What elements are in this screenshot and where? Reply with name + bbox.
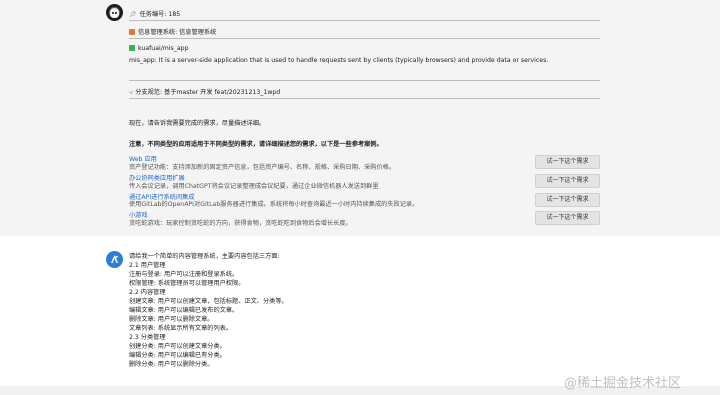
reply-line: 删除文章: 用户可以删除文章。 [129,316,214,323]
reply-line: 编辑分类: 用户可以编辑已有分类。 [129,352,226,359]
user-avatar-icon [111,255,119,263]
repo-icon [129,45,135,51]
branch-icon: ⑂ [129,89,134,97]
repo-row: kuafuai/mis_app [129,45,189,52]
example-desc: 传入会议记录，调用ChatGPT将会议记录整理成会议纪要，通过企业微信机器人发送… [129,183,379,190]
reply-line: 注册与登录: 用户可以注册和登录系统。 [129,271,239,278]
assistant-avatar [106,4,123,21]
reply-line: 创建分类: 用户可以创建文章分类。 [129,343,226,350]
system-name: 信息管理系统: 信息管理系统 [138,29,217,36]
branch-spec: 分支规范: 基于master 开发 feat/20231213_1wpd [135,89,281,96]
try-example-button[interactable]: 试一下这个需求 [535,174,600,188]
try-example-button[interactable]: 试一下这个需求 [535,211,600,225]
repo-description: mis_app: It is a server-side application… [129,57,549,64]
branch-row: ⑂ 分支规范: 基于master 开发 feat/20231213_1wpd [129,87,281,97]
reply-line: 删除分类: 用户可以删除分类。 [129,361,214,368]
divider [129,98,600,99]
pin-icon: 📌︎ [129,11,137,18]
reply-line: 文章列表: 系统显示所有文章的列表。 [129,325,233,332]
system-name-row: 信息管理系统: 信息管理系统 [129,27,216,36]
try-example-button[interactable]: 试一下这个需求 [535,155,600,169]
repo-name: kuafuai/mis_app [138,45,189,52]
prompt-ask: 现在，请告诉我需要完成的需求，尽量描述详细。 [129,120,266,127]
divider [129,38,600,39]
example-desc: 使用GitLab的OpenAPI对GitLab服务器进行集成。系统将每小时查询最… [129,201,419,208]
divider [129,20,600,21]
example-desc: 资产登记功能：支持添加新的固定资产信息，包括资产编号、名称、规格、采购日期、采购… [129,164,396,171]
user-avatar [106,251,123,268]
reply-line: 权限管理: 系统管理员可以管理用户权限。 [129,280,245,287]
system-icon [129,29,135,35]
reply-line: 请给我一个简单的内容管理系统，主要内容包括三方面: [129,253,280,260]
example-desc: 贪吃蛇游戏：玩家控制贪吃蛇的方向，获得食物，贪吃蛇吃到食物后会增长长度。 [129,220,352,227]
reply-line: 编辑文章: 用户可以编辑已发布的文章。 [129,307,239,314]
reply-line: 2.3 分类管理 [129,334,166,341]
reply-line: 创建文章: 用户可以创建文章，包括标题、正文、分类等。 [129,298,288,305]
task-id-row: 📌︎ 任务编号: 185 [129,9,180,18]
reply-line: 2.1 用户管理 [129,262,166,269]
reply-line: 2.2 内容管理 [129,289,166,296]
watermark: @稀土掘金技术社区 [564,376,682,391]
task-id: 任务编号: 185 [139,11,181,18]
try-example-button[interactable]: 试一下这个需求 [535,193,600,207]
prompt-note: 注意，不同类型的应用适用于不同类型的需求，请详细描述您的需求，以下是一些参考案例… [129,141,383,148]
divider [129,80,600,81]
